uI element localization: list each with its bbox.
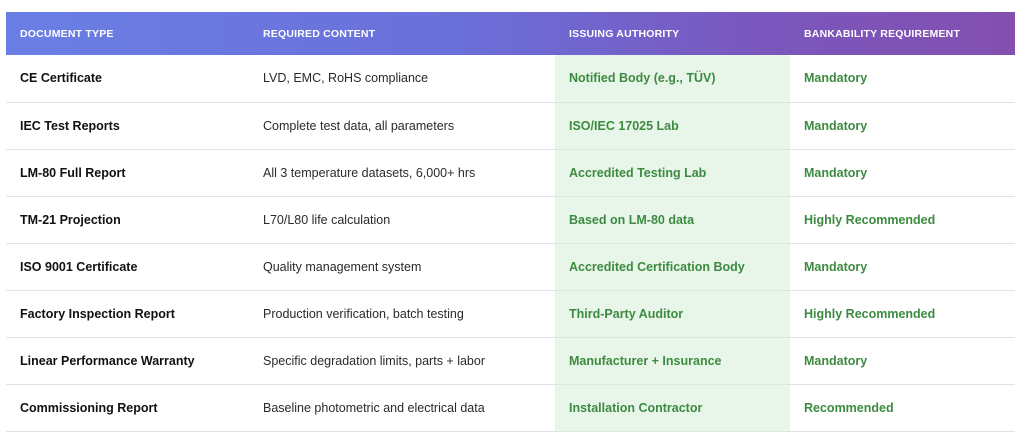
cell-required-content: L70/L80 life calculation xyxy=(263,212,391,227)
table-row: Factory Inspection Report Production ver… xyxy=(6,290,1015,337)
header-row: DOCUMENT TYPE REQUIRED CONTENT ISSUING A… xyxy=(6,12,1015,55)
cell-bankability-requirement: Mandatory xyxy=(804,118,868,133)
cell-bankability-requirement: Mandatory xyxy=(804,71,868,86)
cell-required-content: Production verification, batch testing xyxy=(263,306,464,321)
cell-document-type: Linear Performance Warranty xyxy=(20,353,195,368)
cell-document-type: CE Certificate xyxy=(20,71,102,86)
cell-bankability-requirement: Recommended xyxy=(804,400,894,415)
cell-issuing-authority: Based on LM-80 data xyxy=(555,196,790,243)
cell-issuing-authority: Accredited Certification Body xyxy=(555,243,790,290)
table-row: CE Certificate LVD, EMC, RoHS compliance… xyxy=(6,55,1015,102)
table-row: TM-21 Projection L70/L80 life calculatio… xyxy=(6,196,1015,243)
table-row: IEC Test Reports Complete test data, all… xyxy=(6,102,1015,149)
table-row: Linear Performance Warranty Specific deg… xyxy=(6,337,1015,384)
cell-required-content: Complete test data, all parameters xyxy=(263,118,455,133)
cell-bankability-requirement: Mandatory xyxy=(804,353,868,368)
cell-issuing-authority: Accredited Testing Lab xyxy=(555,149,790,196)
cell-document-type: LM-80 Full Report xyxy=(20,165,126,180)
cell-bankability-requirement: Mandatory xyxy=(804,165,868,180)
cell-required-content: Baseline photometric and electrical data xyxy=(263,400,485,415)
cell-required-content: LVD, EMC, RoHS compliance xyxy=(263,71,429,86)
cell-document-type: TM-21 Projection xyxy=(20,212,121,227)
table-body: CE Certificate LVD, EMC, RoHS compliance… xyxy=(6,55,1015,431)
cell-document-type: ISO 9001 Certificate xyxy=(20,259,138,274)
header-document-type: DOCUMENT TYPE xyxy=(20,27,114,40)
cell-issuing-authority: ISO/IEC 17025 Lab xyxy=(555,102,790,149)
header-required-content: REQUIRED CONTENT xyxy=(263,27,376,40)
header-bankability-requirement: BANKABILITY REQUIREMENT xyxy=(804,27,961,40)
table-row: LM-80 Full Report All 3 temperature data… xyxy=(6,149,1015,196)
cell-bankability-requirement: Mandatory xyxy=(804,259,868,274)
cell-bankability-requirement: Highly Recommended xyxy=(804,212,936,227)
cell-document-type: Factory Inspection Report xyxy=(20,306,175,321)
cell-issuing-authority: Notified Body (e.g., TÜV) xyxy=(555,55,790,102)
cell-required-content: All 3 temperature datasets, 6,000+ hrs xyxy=(263,165,476,180)
cell-issuing-authority: Manufacturer + Insurance xyxy=(555,337,790,384)
header-issuing-authority: ISSUING AUTHORITY xyxy=(569,27,680,40)
document-requirements-table: DOCUMENT TYPE REQUIRED CONTENT ISSUING A… xyxy=(6,12,1015,432)
cell-issuing-authority: Installation Contractor xyxy=(555,384,790,431)
cell-document-type: IEC Test Reports xyxy=(20,118,120,133)
cell-issuing-authority: Third-Party Auditor xyxy=(555,290,790,337)
table-row: ISO 9001 Certificate Quality management … xyxy=(6,243,1015,290)
cell-required-content: Quality management system xyxy=(263,259,422,274)
cell-document-type: Commissioning Report xyxy=(20,400,158,415)
cell-required-content: Specific degradation limits, parts + lab… xyxy=(263,353,485,368)
table-row: Commissioning Report Baseline photometri… xyxy=(6,384,1015,431)
document-requirements-table-container: DOCUMENT TYPE REQUIRED CONTENT ISSUING A… xyxy=(6,12,1015,432)
cell-bankability-requirement: Highly Recommended xyxy=(804,306,936,321)
table-header: DOCUMENT TYPE REQUIRED CONTENT ISSUING A… xyxy=(6,12,1015,55)
